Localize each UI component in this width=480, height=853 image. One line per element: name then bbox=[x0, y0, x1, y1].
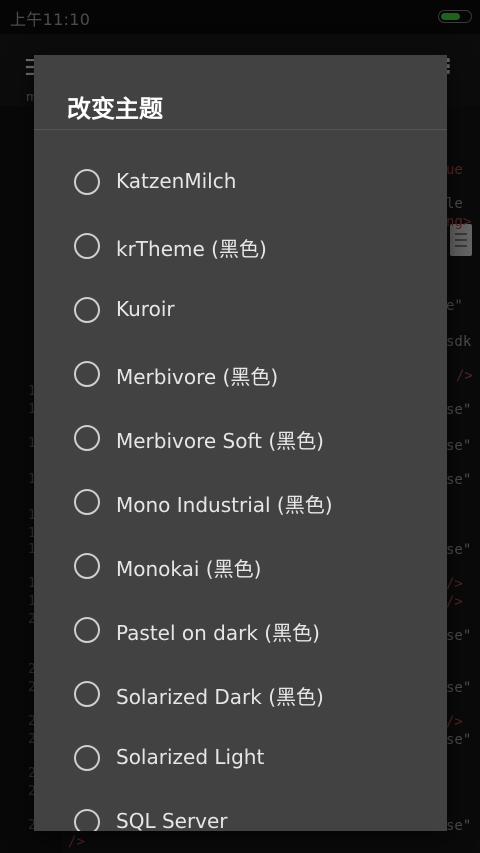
radio-button-icon[interactable] bbox=[74, 361, 100, 387]
radio-button-icon[interactable] bbox=[74, 297, 100, 323]
radio-button-icon[interactable] bbox=[74, 617, 100, 643]
radio-button-icon[interactable] bbox=[74, 553, 100, 579]
theme-option-label: Solarized Dark (黑色) bbox=[116, 685, 324, 709]
theme-option-label: Kuroir bbox=[116, 297, 175, 321]
dialog-title: 改变主题 bbox=[67, 95, 163, 123]
theme-option-sql-server[interactable]: SQL Server bbox=[34, 790, 447, 831]
theme-option-label: Pastel on dark (黑色) bbox=[116, 621, 320, 645]
radio-button-icon[interactable] bbox=[74, 233, 100, 259]
theme-option-mono-industrial[interactable]: Mono Industrial (黑色) bbox=[34, 470, 447, 534]
radio-button-icon[interactable] bbox=[74, 809, 100, 831]
theme-option-label: Mono Industrial (黑色) bbox=[116, 493, 333, 517]
theme-option-katzenmilch[interactable]: KatzenMilch bbox=[34, 150, 447, 214]
radio-button-icon[interactable] bbox=[74, 169, 100, 195]
radio-button-icon[interactable] bbox=[74, 745, 100, 771]
theme-option-merbivore[interactable]: Merbivore (黑色) bbox=[34, 342, 447, 406]
radio-button-icon[interactable] bbox=[74, 489, 100, 515]
theme-option-merbivore-soft[interactable]: Merbivore Soft (黑色) bbox=[34, 406, 447, 470]
theme-option-monokai[interactable]: Monokai (黑色) bbox=[34, 534, 447, 598]
theme-option-label: SQL Server bbox=[116, 809, 228, 831]
change-theme-dialog: 改变主题 KatzenMilch krTheme (黑色) Kuroir Mer… bbox=[34, 55, 447, 831]
dialog-divider bbox=[34, 129, 447, 130]
radio-button-icon[interactable] bbox=[74, 425, 100, 451]
theme-option-label: Merbivore (黑色) bbox=[116, 365, 279, 389]
theme-option-label: Solarized Light bbox=[116, 745, 265, 769]
theme-option-label: Monokai (黑色) bbox=[116, 557, 262, 581]
theme-option-solarized-light[interactable]: Solarized Light bbox=[34, 726, 447, 790]
theme-option-solarized-dark[interactable]: Solarized Dark (黑色) bbox=[34, 662, 447, 726]
theme-option-krtheme[interactable]: krTheme (黑色) bbox=[34, 214, 447, 278]
theme-option-label: Merbivore Soft (黑色) bbox=[116, 429, 324, 453]
theme-option-kuroir[interactable]: Kuroir bbox=[34, 278, 447, 342]
theme-option-label: KatzenMilch bbox=[116, 169, 237, 193]
theme-option-pastel-on-dark[interactable]: Pastel on dark (黑色) bbox=[34, 598, 447, 662]
radio-button-icon[interactable] bbox=[74, 681, 100, 707]
theme-option-label: krTheme (黑色) bbox=[116, 237, 267, 261]
